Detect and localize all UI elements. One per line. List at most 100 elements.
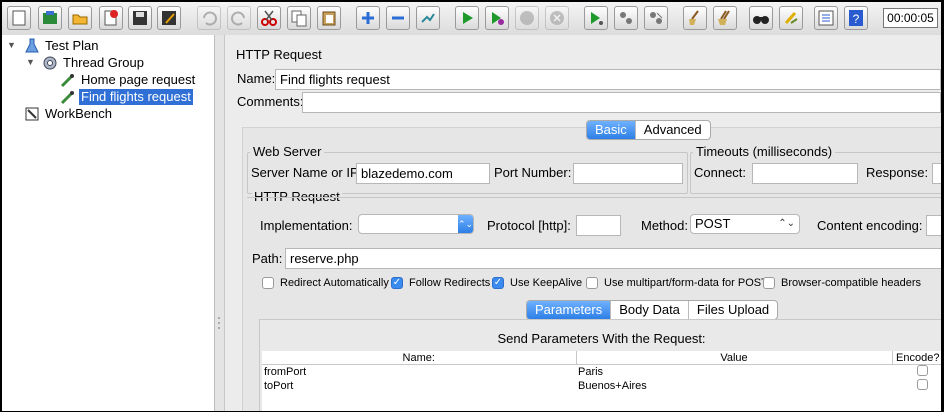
open-icon[interactable] [68, 6, 92, 30]
collapse-triangle-icon[interactable]: ▼ [7, 40, 16, 50]
split-pane-divider[interactable] [215, 35, 225, 411]
protocol-field[interactable] [576, 215, 621, 236]
tree-item-thread-group[interactable]: Thread Group [42, 55, 146, 71]
redo-icon[interactable] [227, 6, 251, 30]
param-value-cell[interactable]: Buenos+Aires [576, 379, 892, 393]
server-name-field[interactable]: blazedemo.com [356, 163, 490, 184]
tab-files-upload[interactable]: Files Upload [689, 301, 777, 319]
tree-item-test-plan[interactable]: Test Plan [24, 38, 100, 54]
workbench-icon [25, 107, 39, 121]
checkbox-label: Follow Redirects [409, 277, 491, 289]
dropdown-arrow-icon: ⌃⌄ [458, 215, 473, 233]
panel-title: HTTP Request [236, 47, 322, 62]
name-field[interactable]: Find flights request [275, 69, 941, 90]
toolbar: ? 00:00:05 [2, 2, 941, 36]
collapse-triangle-icon[interactable]: ▼ [26, 57, 35, 67]
path-field[interactable]: reserve.php [285, 248, 941, 269]
implementation-select[interactable]: ⌃⌄ [358, 214, 474, 234]
tab-basic[interactable]: Basic [587, 121, 636, 139]
pipette-icon [60, 91, 74, 105]
svg-text:?: ? [853, 12, 860, 26]
follow-redirects-checkbox[interactable]: ✓ Follow Redirects [391, 277, 490, 289]
basic-advanced-tabs: Basic Advanced [586, 120, 711, 140]
copy-icon[interactable] [287, 6, 311, 30]
tab-body-data[interactable]: Body Data [611, 301, 689, 319]
content-encoding-label: Content encoding: [817, 218, 923, 233]
chevron-updown-icon: ⌃⌄ [778, 218, 795, 229]
close-icon[interactable] [99, 6, 123, 30]
save-icon[interactable] [128, 6, 152, 30]
param-value-cell[interactable]: Paris [576, 365, 892, 380]
remote-start-icon[interactable] [584, 6, 608, 30]
param-name-cell[interactable]: toPort [262, 379, 576, 393]
start-no-pauses-icon[interactable] [485, 6, 509, 30]
port-number-field[interactable] [573, 163, 683, 184]
templates-icon[interactable] [38, 6, 62, 30]
test-plan-icon [25, 38, 39, 53]
expand-icon[interactable] [356, 6, 380, 30]
column-header-value[interactable]: Value [576, 351, 893, 365]
undo-icon[interactable] [197, 6, 221, 30]
tree-item-find-flights-request[interactable]: Find flights request [60, 89, 193, 105]
help-icon[interactable]: ? [844, 6, 868, 30]
encode-checkbox[interactable] [892, 365, 941, 380]
tree-item-label: Test Plan [45, 38, 99, 53]
comments-field[interactable] [302, 92, 941, 113]
clear-icon[interactable] [683, 6, 707, 30]
tree-item-workbench[interactable]: WorkBench [24, 106, 114, 122]
column-header-name[interactable]: Name: [262, 351, 577, 365]
encode-checkbox[interactable] [892, 379, 941, 393]
response-label: Response: [866, 165, 929, 180]
checkbox-box [763, 277, 775, 289]
check-icon: ✓ [492, 277, 504, 289]
gear-icon [43, 56, 57, 70]
parameters-title: Send Parameters With the Request: [497, 331, 706, 346]
table-row[interactable]: toPort Buenos+Aires [262, 379, 941, 393]
config-area: Basic Advanced Web Server Server Name or… [242, 120, 941, 411]
tab-parameters[interactable]: Parameters [527, 301, 612, 319]
checkbox-label: Redirect Automatically [280, 277, 389, 289]
use-keepalive-checkbox[interactable]: ✓ Use KeepAlive [492, 277, 582, 289]
function-helper-icon[interactable] [814, 6, 838, 30]
cut-icon[interactable] [257, 6, 281, 30]
reset-search-icon[interactable] [779, 6, 803, 30]
multipart-checkbox[interactable]: Use multipart/form-data for POST [586, 277, 768, 289]
remote-shutdown-icon[interactable] [644, 6, 668, 30]
toggle-icon[interactable] [416, 6, 440, 30]
start-icon[interactable] [455, 6, 479, 30]
collapse-icon[interactable] [386, 6, 410, 30]
method-label: Method: [641, 218, 688, 233]
connect-timeout-field[interactable] [752, 163, 858, 184]
tab-advanced[interactable]: Advanced [636, 121, 710, 139]
new-icon[interactable] [7, 6, 31, 30]
checkbox-box [586, 277, 598, 289]
checkbox-box [262, 277, 274, 289]
shutdown-icon[interactable] [545, 6, 569, 30]
timeouts-group: Timeouts (milliseconds) Connect: Respons… [690, 144, 941, 194]
test-plan-tree: ▼ Test Plan ▼ Thread Group Home page req… [2, 35, 215, 411]
clear-all-icon[interactable] [713, 6, 737, 30]
web-server-group: Web Server Server Name or IP: blazedemo.… [247, 144, 688, 194]
table-row[interactable]: fromPort Paris [262, 365, 941, 380]
remote-stop-icon[interactable] [614, 6, 638, 30]
redirect-automatically-checkbox[interactable]: Redirect Automatically [262, 277, 389, 289]
browser-compatible-headers-checkbox[interactable]: Browser-compatible headers [763, 277, 921, 289]
web-server-title: Web Server [250, 144, 325, 159]
param-name-cell[interactable]: fromPort [262, 365, 576, 380]
connect-label: Connect: [694, 165, 747, 180]
save-as-icon[interactable] [157, 6, 181, 30]
implementation-label: Implementation: [260, 218, 353, 233]
method-select[interactable]: POST ⌃⌄ [690, 214, 800, 234]
paste-icon[interactable] [317, 6, 341, 30]
pipette-icon [60, 74, 74, 88]
parameters-table: Name: Value Encode? fromPort Paris toPor… [262, 351, 941, 411]
elapsed-timer: 00:00:05 [883, 8, 938, 28]
content-encoding-field[interactable] [926, 215, 941, 236]
path-label: Path: [252, 251, 283, 266]
method-value: POST [695, 216, 731, 231]
column-header-encode[interactable]: Encode? [892, 351, 941, 365]
search-icon[interactable] [749, 6, 773, 30]
tree-item-home-page-request[interactable]: Home page request [60, 72, 197, 88]
stop-icon[interactable] [515, 6, 539, 30]
response-timeout-field[interactable] [932, 163, 941, 184]
